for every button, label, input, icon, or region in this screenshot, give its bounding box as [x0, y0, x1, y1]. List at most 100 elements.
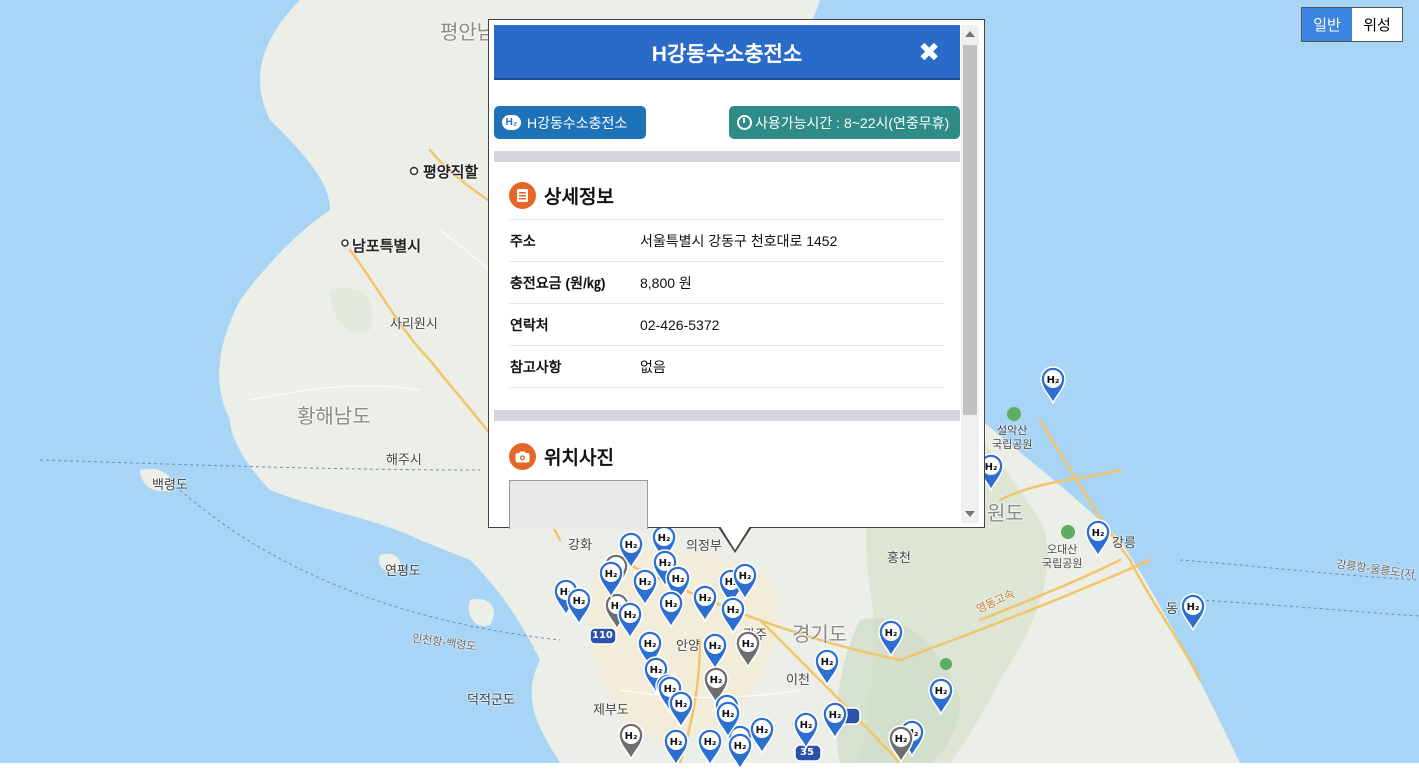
map-type-toggle: 일반 위성: [1301, 7, 1403, 42]
popup-title: H강동수소충전소: [651, 42, 803, 66]
photo-section-title: 위치사진: [509, 443, 614, 470]
svg-text:H₂: H₂: [727, 605, 740, 616]
svg-text:H₂: H₂: [624, 610, 637, 621]
svg-text:H₂: H₂: [709, 641, 722, 652]
svg-text:H₂: H₂: [672, 574, 685, 585]
svg-text:H₂: H₂: [985, 462, 998, 473]
map-label: 백령도: [152, 478, 188, 493]
photo-title-text: 위치사진: [544, 448, 614, 469]
svg-text:H₂: H₂: [639, 577, 652, 588]
map-label: 사리원시: [390, 317, 438, 332]
svg-text:H₂: H₂: [658, 533, 671, 544]
hydrogen-station-pin[interactable]: H₂: [878, 619, 904, 657]
popup-scrollbar[interactable]: [961, 25, 979, 523]
hydrogen-station-pin[interactable]: H₂: [1180, 593, 1206, 631]
header-underline: [494, 78, 960, 80]
svg-text:H₂: H₂: [699, 593, 712, 604]
hydrogen-station-pin[interactable]: H₂: [1085, 519, 1111, 557]
hydrogen-station-pin[interactable]: H₂: [735, 630, 761, 668]
location-photo: [509, 480, 648, 529]
svg-text:H₂: H₂: [756, 725, 769, 736]
operating-hours-label: 사용가능시간 : 8~22시(연중무휴): [755, 114, 950, 131]
svg-text:H₂: H₂: [885, 628, 898, 639]
station-name-label: H강동수소충전소: [527, 114, 628, 131]
svg-text:H₂: H₂: [625, 731, 638, 742]
svg-text:H₂: H₂: [1092, 528, 1105, 539]
hydrogen-station-pin[interactable]: H₂: [720, 596, 746, 634]
route-shield-label: 110: [592, 630, 613, 641]
svg-text:H₂: H₂: [1047, 375, 1060, 386]
svg-text:H₂: H₂: [605, 569, 618, 580]
hydrogen-station-pin[interactable]: H₂: [663, 728, 689, 766]
hydrogen-station-pin[interactable]: H₂: [618, 722, 644, 760]
hydrogen-station-pin[interactable]: H₂: [598, 560, 624, 598]
hydrogen-station-pin[interactable]: H₂: [1040, 366, 1066, 404]
map-label: 덕적군도: [467, 693, 515, 708]
camera-icon: [509, 443, 536, 470]
svg-text:H₂: H₂: [800, 720, 813, 731]
map-type-normal-button[interactable]: 일반: [1302, 8, 1352, 41]
popup-header: H강동수소충전소 ✖: [494, 25, 960, 80]
detail-key: 충전요금 (원/㎏): [509, 261, 639, 304]
map-label: 제부도: [593, 703, 629, 718]
close-icon[interactable]: ✖: [918, 37, 940, 68]
svg-text:H₂: H₂: [895, 734, 908, 745]
svg-text:H₂: H₂: [1187, 602, 1200, 613]
svg-text:H₂: H₂: [665, 599, 678, 610]
detail-key: 주소: [509, 219, 639, 262]
detail-value: 02-426-5372: [639, 303, 944, 346]
map-label: 평안남: [440, 20, 496, 44]
hydrogen-station-pin[interactable]: H₂: [793, 711, 819, 749]
hydrogen-station-pin[interactable]: H₂: [702, 632, 728, 670]
map-label: 강릉: [1112, 536, 1136, 551]
detail-table: 주소 서울특별시 강동구 천호대로 1452 충전요금 (원/㎏) 8,800 …: [509, 219, 944, 388]
map-label: 오대산 국립공원: [1042, 543, 1083, 570]
section-divider: [494, 410, 960, 421]
map-label: 남포특별시: [352, 237, 422, 255]
hydrogen-station-pin[interactable]: H₂: [668, 690, 694, 728]
svg-text:H₂: H₂: [734, 741, 747, 752]
map-label: 의정부: [686, 539, 722, 554]
detail-value: 서울특별시 강동구 천호대로 1452: [639, 219, 944, 262]
clock-icon: [737, 115, 752, 130]
table-row: 참고사항 없음: [509, 345, 944, 388]
map-type-satellite-button[interactable]: 위성: [1352, 8, 1402, 41]
svg-text:H₂: H₂: [722, 709, 735, 720]
svg-text:H₂: H₂: [704, 737, 717, 748]
svg-text:H₂: H₂: [742, 639, 755, 650]
hydrogen-station-pin[interactable]: H₂: [928, 677, 954, 715]
svg-text:H₂: H₂: [675, 699, 688, 710]
hydrogen-station-pin[interactable]: H₂: [727, 732, 753, 770]
scrollbar-thumb[interactable]: [963, 45, 977, 415]
map-label: 동: [1166, 602, 1178, 617]
map-label: 연평도: [385, 564, 421, 579]
scroll-up-icon[interactable]: [965, 31, 975, 37]
scroll-down-icon[interactable]: [965, 511, 975, 517]
operating-hours-chip: 사용가능시간 : 8~22시(연중무휴): [729, 106, 960, 139]
hydrogen-icon: H₂: [502, 115, 521, 130]
detail-key: 연락처: [509, 303, 639, 346]
table-row: 연락처 02-426-5372: [509, 303, 944, 346]
hydrogen-station-pin[interactable]: H₂: [692, 584, 718, 622]
hydrogen-station-pin[interactable]: H₂: [822, 701, 848, 739]
hydrogen-station-pin[interactable]: H₂: [658, 590, 684, 628]
svg-text:H₂: H₂: [670, 737, 683, 748]
map-label: 평양직할: [423, 163, 479, 181]
map-label: 원도: [987, 501, 1024, 525]
svg-text:H₂: H₂: [935, 686, 948, 697]
map-label: 안양: [676, 639, 700, 654]
svg-text:H₂: H₂: [710, 675, 723, 686]
svg-text:H₂: H₂: [625, 540, 638, 551]
table-row: 충전요금 (원/㎏) 8,800 원: [509, 261, 944, 304]
hydrogen-station-pin[interactable]: H₂: [732, 562, 758, 600]
table-row: 주소 서울특별시 강동구 천호대로 1452: [509, 219, 944, 262]
hydrogen-station-pin[interactable]: H₂: [888, 725, 914, 763]
hydrogen-station-pin[interactable]: H₂: [814, 648, 840, 686]
hydrogen-station-pin[interactable]: H₂: [566, 587, 592, 625]
station-popup: H강동수소충전소 ✖ H₂ H강동수소충전소 사용가능시간 : 8~22시(연중…: [488, 19, 985, 529]
svg-text:H₂: H₂: [573, 596, 586, 607]
detail-value: 8,800 원: [639, 261, 944, 304]
svg-text:H₂: H₂: [644, 639, 657, 650]
detail-value: 없음: [639, 345, 944, 388]
section-divider: [494, 151, 960, 162]
